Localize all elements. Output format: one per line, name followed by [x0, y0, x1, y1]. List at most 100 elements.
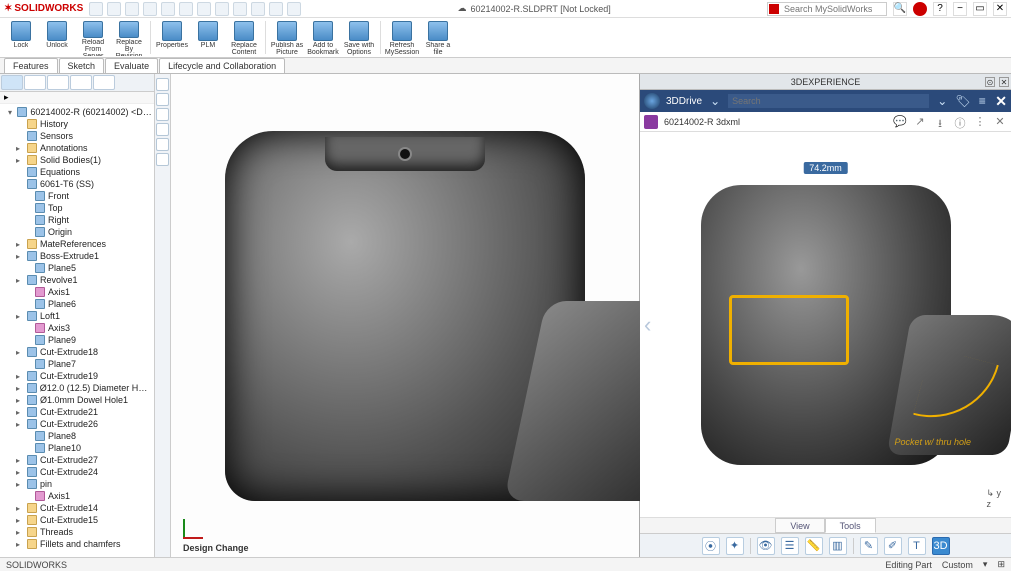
- side-tool-2-icon[interactable]: [156, 93, 169, 106]
- ribbon-cmd-plm[interactable]: PLM: [191, 19, 225, 56]
- tree-node[interactable]: ▸Cut-Extrude21: [4, 406, 152, 418]
- fit-all-icon[interactable]: ⦿: [702, 537, 720, 555]
- expand-icon[interactable]: ▸: [16, 396, 24, 405]
- tree-node[interactable]: ▸Cut-Extrude15: [4, 514, 152, 526]
- tree-node[interactable]: Top: [4, 202, 152, 214]
- status-unit-icon[interactable]: ⊞: [997, 559, 1005, 570]
- tree-node[interactable]: Axis1: [4, 490, 152, 502]
- section-icon[interactable]: ▥: [829, 537, 847, 555]
- tree-node[interactable]: ▸Cut-Extrude26: [4, 418, 152, 430]
- expand-icon[interactable]: ▸: [16, 528, 24, 537]
- tree-node[interactable]: ▸Ø1.0mm Dowel Hole1: [4, 394, 152, 406]
- ribbon-cmd-replace-by-revision[interactable]: Replace By Revision: [112, 19, 146, 56]
- more-icon[interactable]: ⋮: [973, 115, 987, 129]
- viewer-model[interactable]: [701, 185, 951, 465]
- search-input[interactable]: [767, 2, 887, 16]
- tree-tab-property-icon[interactable]: [24, 75, 46, 90]
- tree-node[interactable]: ▸Ø12.0 (12.5) Diameter Hole1: [4, 382, 152, 394]
- highlight-icon[interactable]: ✎: [860, 537, 878, 555]
- magnify-icon[interactable]: 🔍: [893, 2, 907, 16]
- tree-tab-display-icon[interactable]: [93, 75, 115, 90]
- tree-node[interactable]: Plane10: [4, 442, 152, 454]
- side-tool-3-icon[interactable]: [156, 108, 169, 121]
- 3d-toggle-icon[interactable]: 3D: [932, 537, 950, 555]
- share-icon[interactable]: ↗: [913, 115, 927, 129]
- tree-node[interactable]: Axis3: [4, 322, 152, 334]
- tree-tab-feature-icon[interactable]: [1, 75, 23, 90]
- expand-icon[interactable]: ▸: [16, 348, 24, 357]
- tree-node[interactable]: Front: [4, 190, 152, 202]
- tree-node[interactable]: 6061-T6 (SS): [4, 178, 152, 190]
- download-icon[interactable]: ⭳: [933, 115, 947, 129]
- tree-node[interactable]: Right: [4, 214, 152, 226]
- ribbon-cmd-share-a-file[interactable]: Share a file: [421, 19, 455, 56]
- ribbon-cmd-reload-from-server[interactable]: Reload From Server: [76, 19, 110, 56]
- expand-icon[interactable]: ▸: [16, 240, 24, 249]
- expand-icon[interactable]: ▸: [16, 540, 24, 549]
- tree-node[interactable]: Sensors: [4, 130, 152, 142]
- qat-new-icon[interactable]: [89, 2, 103, 16]
- measure-icon[interactable]: 📏: [805, 537, 823, 555]
- tree-node[interactable]: ▸Cut-Extrude14: [4, 502, 152, 514]
- ribbon-cmd-replace-content[interactable]: Replace Content: [227, 19, 261, 56]
- text-tool-icon[interactable]: T: [908, 537, 926, 555]
- 3ddrive-search-input[interactable]: [728, 94, 929, 108]
- tree-node[interactable]: ▸Cut-Extrude18: [4, 346, 152, 358]
- tab-sketch[interactable]: Sketch: [59, 58, 105, 73]
- explode-icon[interactable]: ✦: [726, 537, 744, 555]
- comment-icon[interactable]: 💬: [893, 115, 907, 129]
- qat-rebuild-icon[interactable]: [215, 2, 229, 16]
- close-button[interactable]: ✕: [993, 2, 1007, 16]
- tree-node[interactable]: ▸Fillets and chamfers: [4, 538, 152, 550]
- tree-node[interactable]: ▸Cut-Extrude19: [4, 370, 152, 382]
- compass-icon[interactable]: [644, 93, 660, 109]
- tree-node[interactable]: Plane6: [4, 298, 152, 310]
- info-icon[interactable]: ⓘ: [953, 115, 967, 129]
- qat-undo-icon[interactable]: [161, 2, 175, 16]
- expand-icon[interactable]: ▸: [16, 384, 24, 393]
- side-tool-5-icon[interactable]: [156, 138, 169, 151]
- expand-icon[interactable]: ▸: [16, 456, 24, 465]
- tree-root[interactable]: ▾ 60214002-R (60214002) <Display St..: [4, 106, 152, 118]
- qat-select-icon[interactable]: [197, 2, 211, 16]
- qat-options-icon[interactable]: [233, 2, 247, 16]
- chevron-down-icon[interactable]: ⌄: [935, 94, 949, 108]
- expand-icon[interactable]: ▸: [16, 420, 24, 429]
- minimize-button[interactable]: −: [953, 2, 967, 16]
- model-geometry[interactable]: [225, 131, 585, 501]
- tree-node[interactable]: Plane7: [4, 358, 152, 370]
- side-tool-1-icon[interactable]: [156, 78, 169, 91]
- file-close-icon[interactable]: ✕: [993, 115, 1007, 129]
- ribbon-cmd-publish-as-picture[interactable]: Publish as Picture: [270, 19, 304, 56]
- tree-node[interactable]: Origin: [4, 226, 152, 238]
- ribbon-cmd-save-with-options[interactable]: Save with Options: [342, 19, 376, 56]
- status-chevron-icon[interactable]: ▾: [983, 559, 988, 570]
- qat-save-icon[interactable]: [125, 2, 139, 16]
- xpanel-close-icon[interactable]: ✕: [999, 77, 1009, 87]
- tree-node[interactable]: ▸Cut-Extrude27: [4, 454, 152, 466]
- tab-lifecycle-and-collaboration[interactable]: Lifecycle and Collaboration: [159, 58, 285, 73]
- expand-icon[interactable]: ▸: [16, 504, 24, 513]
- tree-node[interactable]: Plane8: [4, 430, 152, 442]
- tree-caret-row[interactable]: ▸: [0, 92, 154, 104]
- expand-icon[interactable]: ▾: [8, 108, 14, 117]
- ribbon-cmd-lock[interactable]: Lock: [4, 19, 38, 56]
- xpanel-pin-icon[interactable]: ⊙: [985, 77, 995, 87]
- ribbon-cmd-unlock[interactable]: Unlock: [40, 19, 74, 56]
- tree-node[interactable]: ▸MateReferences: [4, 238, 152, 250]
- tree-node[interactable]: ▸Revolve1: [4, 274, 152, 286]
- tree-node[interactable]: Plane5: [4, 262, 152, 274]
- ribbon-cmd-add-to-bookmark[interactable]: Add to Bookmark: [306, 19, 340, 56]
- tree-icon[interactable]: ☰: [781, 537, 799, 555]
- model-canvas[interactable]: Design Change: [171, 74, 639, 557]
- tree-node[interactable]: ▸pin: [4, 478, 152, 490]
- tree-node[interactable]: ▸Annotations: [4, 142, 152, 154]
- pen-icon[interactable]: ✐: [884, 537, 902, 555]
- tree-node[interactable]: History: [4, 118, 152, 130]
- qat-misc2-icon[interactable]: [269, 2, 283, 16]
- tree-node[interactable]: Axis1: [4, 286, 152, 298]
- expand-icon[interactable]: ▸: [16, 252, 24, 261]
- tree-tab-config-icon[interactable]: [47, 75, 69, 90]
- tree-node[interactable]: ▸Solid Bodies(1): [4, 154, 152, 166]
- tree-node[interactable]: Equations: [4, 166, 152, 178]
